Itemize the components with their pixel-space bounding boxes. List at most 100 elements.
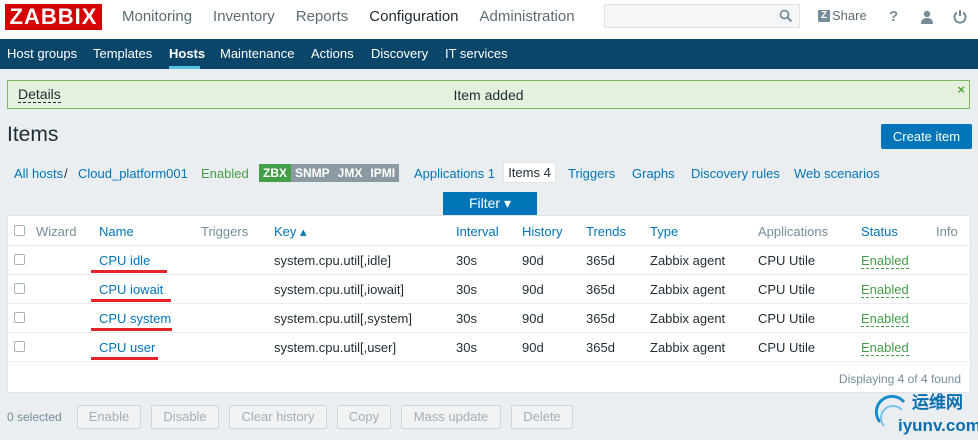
row-checkbox[interactable] <box>14 312 25 323</box>
row-checkbox[interactable] <box>14 254 25 265</box>
menu-reports[interactable]: Reports <box>296 0 349 39</box>
host-link[interactable]: Cloud_platform001 <box>78 166 188 181</box>
all-hosts-link[interactable]: All hosts <box>14 166 63 181</box>
item-trends: 365d <box>586 311 615 326</box>
item-applications: CPU Utile <box>758 253 816 268</box>
graphs-link[interactable]: Graphs <box>632 166 675 181</box>
annotation-underline <box>91 328 172 331</box>
subnav-discovery[interactable]: Discovery <box>371 39 428 69</box>
item-key: system.cpu.util[,system] <box>274 311 412 326</box>
col-applications: Applications <box>758 224 829 239</box>
item-name-link[interactable]: CPU user <box>99 340 155 355</box>
active-tab-indicator <box>169 66 200 69</box>
select-all-checkbox[interactable] <box>14 225 25 236</box>
clear-history-button[interactable]: Clear history <box>229 405 327 429</box>
item-status-toggle[interactable]: Enabled <box>861 312 909 327</box>
col-name[interactable]: Name <box>99 224 134 239</box>
disable-button[interactable]: Disable <box>151 405 219 429</box>
item-interval: 30s <box>456 311 477 326</box>
web-scenarios-link[interactable]: Web scenarios <box>794 166 880 181</box>
menu-inventory[interactable]: Inventory <box>213 0 275 39</box>
item-history: 90d <box>522 282 544 297</box>
item-history: 90d <box>522 253 544 268</box>
search-input[interactable] <box>604 4 800 28</box>
item-type: Zabbix agent <box>650 311 726 326</box>
success-message: Details Item added × <box>7 80 970 109</box>
col-status[interactable]: Status <box>861 224 898 239</box>
col-wizard: Wizard <box>36 224 77 239</box>
zbx-badge: ZBX <box>259 164 291 182</box>
menu-monitoring[interactable]: Monitoring <box>122 0 192 39</box>
item-interval: 30s <box>456 282 477 297</box>
item-type: Zabbix agent <box>650 282 726 297</box>
create-item-button[interactable]: Create item <box>881 124 972 149</box>
item-status-toggle[interactable]: Enabled <box>861 283 909 298</box>
item-name-link[interactable]: CPU system <box>99 311 171 326</box>
subnav-it-services[interactable]: IT services <box>445 39 508 69</box>
annotation-underline <box>91 299 171 302</box>
ipmi-badge: IPMI <box>366 164 400 182</box>
share-icon: Z <box>818 9 830 22</box>
item-status-toggle[interactable]: Enabled <box>861 254 909 269</box>
row-divider <box>8 361 970 362</box>
col-trends[interactable]: Trends <box>586 224 626 239</box>
row-checkbox[interactable] <box>14 341 25 352</box>
item-name-link[interactable]: CPU idle <box>99 253 150 268</box>
items-tab[interactable]: Items 4 <box>503 162 556 183</box>
subnav-maintenance[interactable]: Maintenance <box>220 39 294 69</box>
item-history: 90d <box>522 340 544 355</box>
item-interval: 30s <box>456 340 477 355</box>
item-status-toggle[interactable]: Enabled <box>861 341 909 356</box>
item-key: system.cpu.util[,user] <box>274 340 397 355</box>
delete-button[interactable]: Delete <box>511 405 573 429</box>
row-divider <box>8 274 970 275</box>
sub-navigation: Host groups Templates Hosts Maintenance … <box>0 39 978 69</box>
applications-link[interactable]: Applications 1 <box>414 166 495 181</box>
subnav-host-groups[interactable]: Host groups <box>7 39 77 69</box>
col-triggers: Triggers <box>201 224 249 239</box>
triggers-link[interactable]: Triggers <box>568 166 615 181</box>
col-interval[interactable]: Interval <box>456 224 499 239</box>
item-key: system.cpu.util[,idle] <box>274 253 392 268</box>
item-applications: CPU Utile <box>758 311 816 326</box>
top-header: ZABBIX Monitoring Inventory Reports Conf… <box>0 0 978 39</box>
menu-administration[interactable]: Administration <box>480 0 575 39</box>
item-key: system.cpu.util[,iowait] <box>274 282 405 297</box>
subnav-templates[interactable]: Templates <box>93 39 152 69</box>
row-divider <box>8 332 970 333</box>
help-icon[interactable]: ? <box>889 8 898 25</box>
snmp-badge: SNMP <box>291 164 334 182</box>
items-table: Wizard Name Triggers Key ▴ Interval Hist… <box>7 215 971 393</box>
power-icon[interactable] <box>953 9 967 24</box>
col-key[interactable]: Key ▴ <box>274 224 307 240</box>
message-text: Item added <box>453 87 524 103</box>
menu-configuration[interactable]: Configuration <box>369 0 458 39</box>
subnav-hosts[interactable]: Hosts <box>169 39 205 69</box>
mass-update-button[interactable]: Mass update <box>401 405 501 429</box>
col-history[interactable]: History <box>522 224 562 239</box>
selected-count: 0 selected <box>7 410 62 424</box>
row-checkbox[interactable] <box>14 283 25 294</box>
watermark-top-text: 运维网 <box>912 393 963 412</box>
col-type[interactable]: Type <box>650 224 678 239</box>
item-name-link[interactable]: CPU iowait <box>99 282 163 297</box>
watermark-bottom-text: iyunv.com <box>898 416 978 435</box>
discovery-rules-link[interactable]: Discovery rules <box>691 166 780 181</box>
filter-toggle[interactable]: Filter ▾ <box>443 192 537 215</box>
user-profile-icon[interactable] <box>920 10 934 24</box>
search-icon[interactable] <box>779 9 793 23</box>
subnav-actions[interactable]: Actions <box>311 39 354 69</box>
close-icon[interactable]: × <box>957 82 965 97</box>
row-divider <box>8 303 970 304</box>
jmx-badge: JMX <box>333 164 367 182</box>
copy-button[interactable]: Copy <box>337 405 391 429</box>
annotation-underline <box>91 270 167 273</box>
zabbix-logo[interactable]: ZABBIX <box>5 4 102 30</box>
item-type: Zabbix agent <box>650 253 726 268</box>
share-link[interactable]: Z Share <box>818 8 867 23</box>
watermark: 运维网 iyunv.com <box>874 386 978 440</box>
enable-button[interactable]: Enable <box>77 405 141 429</box>
page-title: Items <box>7 123 59 146</box>
availability-badges: ZBX SNMP JMX IPMI <box>259 164 400 182</box>
annotation-underline <box>91 357 158 360</box>
